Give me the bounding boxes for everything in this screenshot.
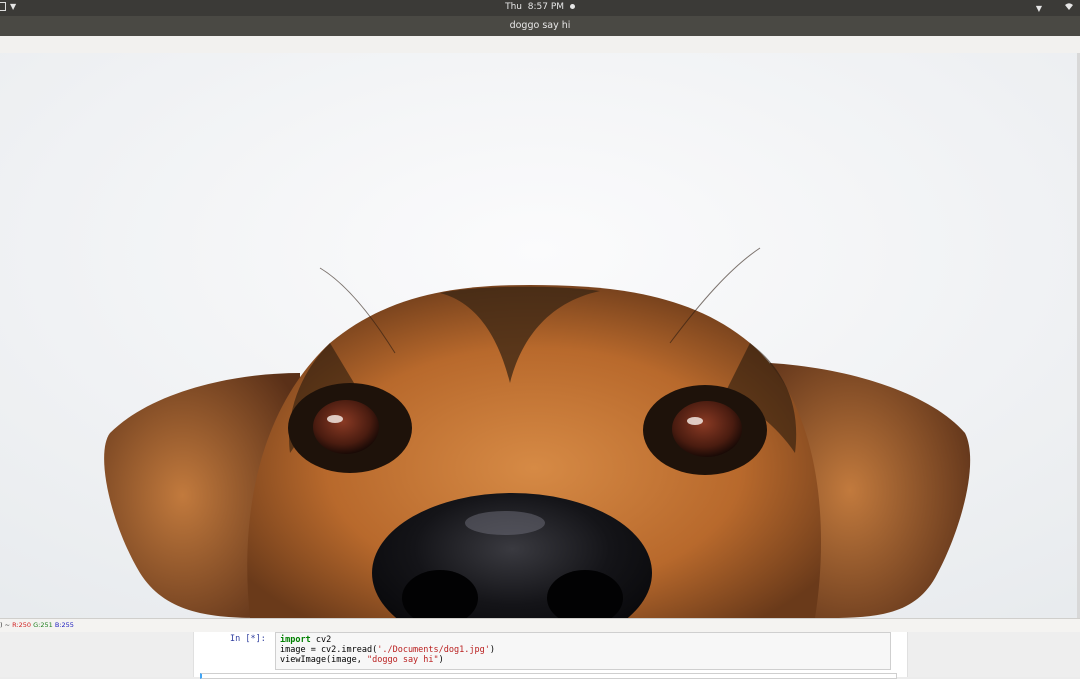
clock-time: 8:57 PM bbox=[527, 2, 565, 12]
code-string: "doggo say hi" bbox=[367, 655, 439, 665]
window-title: doggo say hi bbox=[509, 20, 571, 31]
chevron-down-icon[interactable]: ▼ bbox=[1036, 4, 1042, 13]
code-text: ) bbox=[489, 645, 495, 655]
system-top-bar: ▼ Thu 8:57 PM ▼ bbox=[0, 0, 1080, 16]
code-text: viewImage(image, bbox=[280, 655, 367, 665]
cell-prompt: In [*]: bbox=[230, 634, 266, 644]
notification-dot-icon bbox=[569, 4, 575, 9]
code-line-3: viewImage(image, "doggo say hi") bbox=[280, 655, 444, 665]
code-text: image = cv2.imread( bbox=[280, 645, 378, 655]
code-line-2: image = cv2.imread('./Documents/dog1.jpg… bbox=[280, 645, 495, 655]
code-string: './Documents/dog1.jpg' bbox=[377, 645, 490, 655]
keyword-import: import bbox=[280, 635, 311, 645]
code-line-1: import cv2 bbox=[280, 635, 331, 645]
code-text: cv2 bbox=[310, 635, 332, 645]
clock-day: Thu bbox=[505, 2, 523, 12]
system-tray[interactable]: ▼ bbox=[1036, 2, 1074, 14]
image-window-toolbar bbox=[0, 36, 1080, 54]
window-title-bar[interactable]: doggo say hi bbox=[0, 16, 1080, 36]
status-prefix: ) ~ bbox=[0, 621, 11, 629]
wifi-icon[interactable] bbox=[1064, 2, 1074, 14]
status-red-value: R:250 bbox=[12, 621, 32, 629]
image-viewport[interactable] bbox=[0, 53, 1077, 618]
status-green-value: G:251 bbox=[33, 621, 53, 629]
dog-photo bbox=[0, 53, 1077, 618]
code-cell-input[interactable]: import cv2 image = cv2.imread('./Documen… bbox=[275, 632, 891, 670]
status-blue-value: B:255 bbox=[54, 621, 74, 629]
clock[interactable]: Thu 8:57 PM bbox=[0, 2, 1080, 12]
next-code-cell[interactable] bbox=[200, 673, 897, 679]
code-text: ) bbox=[438, 655, 444, 665]
pixel-status-bar: ) ~ R:250 G:251 B:255 bbox=[0, 618, 1080, 633]
